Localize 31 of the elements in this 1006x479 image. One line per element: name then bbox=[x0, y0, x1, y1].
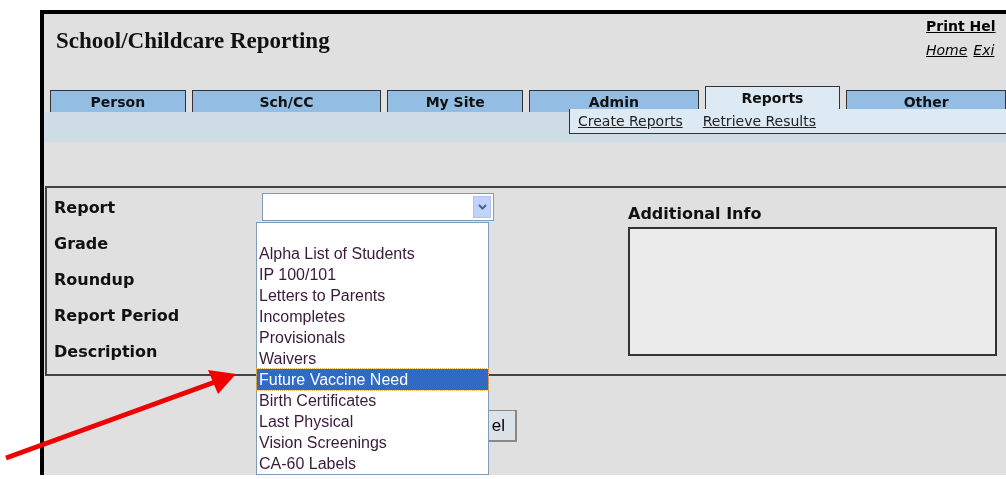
subnav-link[interactable]: Retrieve Results bbox=[702, 113, 817, 129]
additional-info-field[interactable] bbox=[628, 227, 997, 356]
dropdown-option[interactable]: CA-60 Labels bbox=[257, 453, 488, 474]
dropdown-option[interactable]: Letters to Parents bbox=[257, 285, 488, 306]
field-label: Description bbox=[54, 341, 159, 363]
dropdown-option[interactable]: Incompletes bbox=[257, 306, 488, 327]
subnav-link[interactable]: Create Reports bbox=[578, 113, 683, 129]
tab[interactable]: Reports bbox=[704, 86, 841, 112]
print-help-link[interactable]: Print Hel bbox=[926, 18, 1006, 34]
dropdown-option[interactable]: Provisionals bbox=[257, 327, 488, 348]
tab[interactable]: My Site bbox=[387, 90, 523, 112]
field-label: Report Period bbox=[54, 305, 181, 327]
nav-link[interactable]: Exi bbox=[973, 42, 995, 58]
field-label: Report bbox=[54, 197, 117, 219]
tab[interactable]: Admin bbox=[529, 90, 699, 112]
dropdown-option[interactable]: IP 100/101 bbox=[257, 264, 488, 285]
nav-link[interactable]: Home bbox=[926, 42, 968, 58]
tab[interactable]: Person bbox=[50, 90, 186, 112]
dropdown-option[interactable]: Future Vaccine Need bbox=[257, 369, 488, 390]
dropdown-option[interactable]: Last Physical bbox=[257, 411, 488, 432]
dropdown-option[interactable]: Alpha List of Students bbox=[257, 243, 488, 264]
field-label: Grade bbox=[54, 233, 110, 255]
tab[interactable]: Other bbox=[846, 90, 1006, 112]
tab[interactable]: Sch/CC bbox=[191, 90, 382, 112]
page-title: School/Childcare Reporting bbox=[55, 27, 330, 55]
field-label: Roundup bbox=[54, 269, 136, 291]
dropdown-option[interactable]: Birth Certificates bbox=[257, 390, 488, 411]
dropdown-option[interactable]: Waivers bbox=[257, 348, 488, 369]
dropdown-option[interactable]: Vision Screenings bbox=[257, 432, 488, 453]
additional-info-label: Additional Info bbox=[628, 204, 763, 223]
report-select[interactable] bbox=[262, 193, 494, 221]
